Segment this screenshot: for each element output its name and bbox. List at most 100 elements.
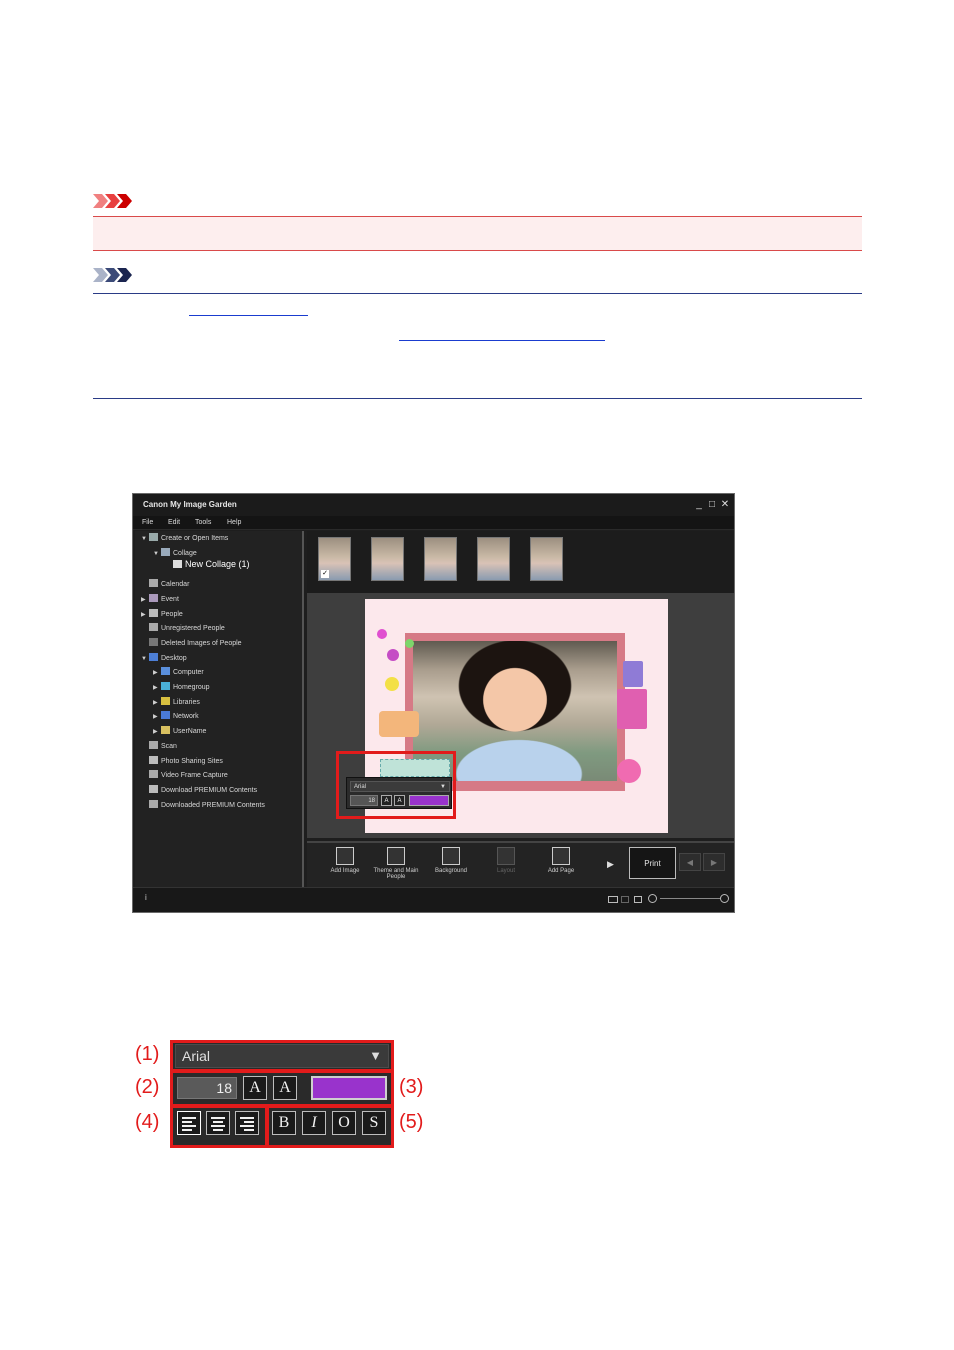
group-5-outline (266, 1105, 394, 1148)
expand-down-icon[interactable]: ▼ (141, 652, 149, 666)
sidebar-item[interactable]: New Collage (1) (165, 557, 250, 571)
expand-arrow-icon[interactable]: ▶ (607, 859, 614, 870)
expand-right-icon[interactable]: ▶ (141, 593, 149, 607)
sidebar-item-label: Libraries (173, 698, 200, 706)
folder-icon (161, 682, 170, 690)
sidebar-item-label: UserName (173, 728, 207, 736)
maximize-icon[interactable]: □ (706, 494, 718, 516)
sidebar-item[interactable]: ▼ Desktop (141, 652, 187, 666)
sidebar-item[interactable]: Download PREMIUM Contents (141, 784, 257, 798)
sidebar-item-label: Computer (173, 669, 204, 677)
highlight-rect (336, 751, 456, 819)
sidebar-item[interactable]: Video Frame Capture (141, 769, 228, 783)
sidebar-item[interactable]: ▼ Create or Open Items (141, 532, 228, 546)
note-link[interactable] (189, 315, 308, 316)
view-icon[interactable] (608, 896, 618, 903)
sidebar-item[interactable]: Unregistered People (141, 622, 225, 636)
sidebar-item[interactable]: Downloaded PREMIUM Contents (141, 799, 265, 813)
info-icon[interactable]: i (145, 893, 147, 902)
expand-right-icon[interactable]: ▶ (153, 725, 161, 739)
callout-3: (3) (399, 1076, 424, 1098)
sidebar-item-label: Network (173, 713, 199, 721)
sidebar-item[interactable]: Scan (141, 740, 177, 754)
sidebar-item[interactable]: Deleted Images of People (141, 637, 242, 651)
folder-icon (149, 637, 158, 646)
zoom-slider[interactable] (660, 898, 720, 899)
thumbnail[interactable] (530, 537, 563, 581)
folder-icon (149, 770, 158, 779)
view-icon[interactable] (621, 896, 629, 903)
sidebar-item-label: Event (161, 595, 179, 603)
expand-down-icon[interactable]: ▼ (141, 532, 149, 546)
group-1-outline (170, 1040, 394, 1072)
sidebar-item-label: Desktop (161, 654, 187, 662)
sidebar-item[interactable]: ▶ Computer (153, 666, 204, 680)
folder-icon (149, 579, 158, 588)
print-button[interactable]: Print (629, 847, 676, 879)
menu-file[interactable]: File (142, 516, 153, 530)
sidebar-item[interactable]: Photo Sharing Sites (141, 755, 223, 769)
thumbnail[interactable] (477, 537, 510, 581)
callout-5: (5) (399, 1111, 424, 1133)
sidebar-item[interactable]: ▶ People (141, 608, 183, 622)
expand-right-icon[interactable]: ▶ (153, 666, 161, 680)
checkbox-icon[interactable]: ✓ (321, 570, 329, 578)
zoom-out-icon[interactable] (648, 894, 657, 903)
folder-icon (173, 560, 182, 568)
folder-icon (161, 547, 170, 556)
sidebar-item[interactable]: ▶ Homegroup (153, 681, 210, 695)
menu-tools[interactable]: Tools (195, 516, 211, 530)
sidebar-item-label: Unregistered People (161, 625, 225, 633)
sidebar-item[interactable]: ▶ UserName (153, 725, 206, 739)
next-page-icon[interactable]: ▶ (703, 853, 725, 871)
tool-bar: ▶ Print ◀ ▶ Add Image Theme and Main Peop… (307, 841, 734, 887)
sidebar-item-label: Collage (173, 549, 197, 557)
folder-icon (149, 784, 158, 793)
flower-decoration (377, 629, 387, 639)
thumbnail-strip: ✓ (307, 531, 734, 593)
menu-bar: File Edit Tools Help (133, 516, 734, 530)
expand-right-icon[interactable]: ▶ (153, 681, 161, 695)
cake-decoration (379, 711, 419, 737)
tool-button[interactable]: Add Image (319, 847, 371, 887)
window-title: Canon My Image Garden (133, 494, 734, 516)
important-box (93, 216, 862, 251)
tool-button[interactable]: Layout (480, 847, 532, 887)
sidebar-item[interactable]: ▶ Libraries (153, 696, 200, 710)
prev-page-icon[interactable]: ◀ (679, 853, 701, 871)
folder-icon (149, 755, 158, 764)
sidebar-item[interactable]: Calendar (141, 578, 189, 592)
thumbnail[interactable] (424, 537, 457, 581)
group-4-outline (170, 1105, 268, 1148)
close-icon[interactable]: ✕ (719, 494, 731, 516)
fit-icon[interactable] (634, 896, 642, 903)
thumbnail[interactable]: ✓ (318, 537, 351, 581)
menu-edit[interactable]: Edit (168, 516, 180, 530)
sidebar-item-label: Video Frame Capture (161, 772, 228, 780)
callout-4: (4) (135, 1111, 160, 1133)
flower-decoration (405, 639, 414, 648)
expand-right-icon[interactable]: ▶ (141, 608, 149, 622)
menu-help[interactable]: Help (227, 516, 241, 530)
expand-right-icon[interactable]: ▶ (153, 710, 161, 724)
tool-button[interactable]: Theme and Main People (370, 847, 422, 887)
tool-icon (552, 847, 570, 865)
tool-button[interactable]: Add Page (535, 847, 587, 887)
tool-button[interactable]: Background (425, 847, 477, 887)
expand-down-icon[interactable]: ▼ (153, 547, 161, 561)
tool-label: Background (434, 868, 468, 874)
expand-right-icon[interactable]: ▶ (153, 696, 161, 710)
tool-label: Theme and Main People (373, 868, 419, 880)
sidebar-item[interactable]: ▶ Event (141, 593, 179, 607)
callout-1: (1) (135, 1043, 160, 1065)
note-link[interactable] (399, 340, 605, 341)
sidebar-item[interactable]: ▶ Network (153, 710, 199, 724)
zoom-in-icon[interactable] (720, 894, 729, 903)
folder-icon (161, 726, 170, 735)
thumbnail[interactable] (371, 537, 404, 581)
tool-icon (336, 847, 354, 865)
folder-icon (149, 608, 158, 617)
tool-icon (497, 847, 515, 865)
minimize-icon[interactable]: _ (693, 494, 705, 516)
folder-icon (149, 652, 158, 661)
